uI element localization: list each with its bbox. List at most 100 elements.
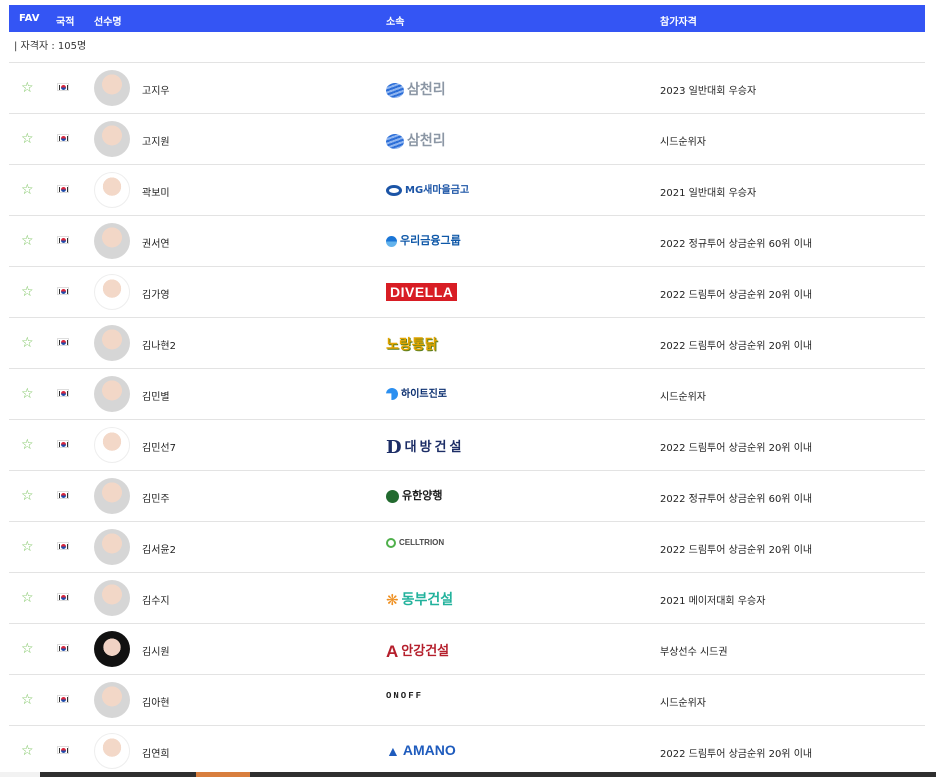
player-name[interactable]: 김시원 <box>142 643 170 658</box>
favorite-star-icon[interactable]: ☆ <box>21 234 35 248</box>
affiliation-label: 우리금융그룹 <box>400 234 461 247</box>
avatar <box>94 325 130 361</box>
player-name[interactable]: 고지원 <box>142 133 170 148</box>
player-name[interactable]: 김가영 <box>142 286 170 301</box>
korea-flag-icon <box>57 491 69 499</box>
table-row: ☆ 김연희 ▲ AMANO 2022 드림투어 상금순위 20위 이내 <box>9 726 925 777</box>
mg-logo-icon <box>386 184 402 196</box>
affiliation-logo: 삼천리 <box>386 130 446 150</box>
table-row: ☆ 고지원 삼천리 시드순위자 <box>9 114 925 165</box>
favorite-star-icon[interactable]: ☆ <box>21 387 35 401</box>
favorite-star-icon[interactable]: ☆ <box>21 183 35 197</box>
korea-flag-icon <box>57 236 69 244</box>
player-name[interactable]: 곽보미 <box>142 184 170 199</box>
player-name[interactable]: 김수지 <box>142 592 170 607</box>
table-row: ☆ 김수지 ❋ 동부건설 2021 메이저대회 우승자 <box>9 573 925 624</box>
affiliation-logo: 하이트진로 <box>386 385 447 400</box>
korea-flag-icon <box>57 695 69 703</box>
avatar <box>94 631 130 667</box>
affiliation-logo: MG새마을금고 <box>386 181 469 196</box>
affiliation-label: MG새마을금고 <box>405 185 470 196</box>
korea-flag-icon <box>57 83 69 91</box>
favorite-star-icon[interactable]: ☆ <box>21 336 35 350</box>
player-name[interactable]: 김민선7 <box>142 439 176 454</box>
korea-flag-icon <box>57 287 69 295</box>
header-player: 선수명 <box>94 17 122 28</box>
avatar <box>94 121 130 157</box>
bottom-scroll-bar[interactable] <box>0 772 936 777</box>
player-name[interactable]: 김연희 <box>142 745 170 760</box>
samchully-logo-icon <box>386 133 404 149</box>
korea-flag-icon <box>57 389 69 397</box>
korea-flag-icon <box>57 746 69 754</box>
qualification: 2021 메이저대회 우승자 <box>660 596 766 607</box>
affiliation-label: 안강건설 <box>401 644 450 659</box>
player-name[interactable]: 권서연 <box>142 235 170 250</box>
affiliation-logo: 노랑통닭 <box>386 337 438 353</box>
favorite-star-icon[interactable]: ☆ <box>21 744 35 758</box>
player-table: FAV 국적 선수명 소속 참가자격 | 자격자 : 105명 ☆ 고지우 삼천… <box>9 5 925 777</box>
favorite-star-icon[interactable]: ☆ <box>21 81 35 95</box>
player-name[interactable]: 김민주 <box>142 490 170 505</box>
hite-logo-icon <box>386 388 398 400</box>
favorite-star-icon[interactable]: ☆ <box>21 642 35 656</box>
table-row: ☆ 김가영 DIVELLA 2022 드림투어 상금순위 20위 이내 <box>9 267 925 318</box>
korea-flag-icon <box>57 644 69 652</box>
player-name[interactable]: 고지우 <box>142 82 170 97</box>
affiliation-logo: D 대방건설 <box>386 436 464 458</box>
table-row: ☆ 권서연 우리금융그룹 2022 정규투어 상금순위 60위 이내 <box>9 216 925 267</box>
player-name[interactable]: 김나현2 <box>142 337 176 352</box>
qualification: 2022 드림투어 상금순위 20위 이내 <box>660 545 813 556</box>
player-name[interactable]: 김서윤2 <box>142 541 176 556</box>
affiliation-label: CELLTRION <box>399 538 445 548</box>
player-name[interactable]: 김아현 <box>142 694 170 709</box>
affiliation-logo: 유한양행 <box>386 487 442 503</box>
affiliation-label: 유한양행 <box>402 489 443 502</box>
avatar <box>94 376 130 412</box>
qualification: 2021 일반대회 우승자 <box>660 188 757 199</box>
avatar <box>94 733 130 769</box>
affiliation-logo: A 안강건설 <box>386 640 449 662</box>
qualification: 부상선수 시드권 <box>660 647 728 658</box>
table-row: ☆ 고지우 삼천리 2023 일반대회 우승자 <box>9 63 925 114</box>
affiliation-logo: ❋ 동부건설 <box>386 589 453 609</box>
avatar <box>94 580 130 616</box>
favorite-star-icon[interactable]: ☆ <box>21 591 35 605</box>
favorite-star-icon[interactable]: ☆ <box>21 285 35 299</box>
qualification: 시드순위자 <box>660 698 706 709</box>
favorite-star-icon[interactable]: ☆ <box>21 693 35 707</box>
avatar <box>94 529 130 565</box>
woori-logo-icon <box>386 235 397 247</box>
qualification: 2022 드림투어 상금순위 20위 이내 <box>660 290 813 301</box>
dongbu-logo-icon: ❋ <box>386 591 399 609</box>
affiliation-label: AMANO <box>402 742 456 758</box>
favorite-star-icon[interactable]: ☆ <box>21 540 35 554</box>
qualification: 2023 일반대회 우승자 <box>660 86 757 97</box>
affiliation-logo: ONOFF <box>386 691 424 701</box>
table-header: FAV 국적 선수명 소속 참가자격 <box>9 5 925 32</box>
avatar <box>94 70 130 106</box>
daebang-logo-icon: D <box>386 437 402 458</box>
table-row: ☆ 김민주 유한양행 2022 정규투어 상금순위 60위 이내 <box>9 471 925 522</box>
korea-flag-icon <box>57 593 69 601</box>
korea-flag-icon <box>57 338 69 346</box>
celltrion-logo-icon <box>386 538 396 548</box>
korea-flag-icon <box>57 542 69 550</box>
qualification: 시드순위자 <box>660 137 706 148</box>
avatar <box>94 223 130 259</box>
table-row: ☆ 곽보미 MG새마을금고 2021 일반대회 우승자 <box>9 165 925 216</box>
favorite-star-icon[interactable]: ☆ <box>21 132 35 146</box>
favorite-star-icon[interactable]: ☆ <box>21 489 35 503</box>
favorite-star-icon[interactable]: ☆ <box>21 438 35 452</box>
avatar <box>94 172 130 208</box>
table-row: ☆ 김아현 ONOFF 시드순위자 <box>9 675 925 726</box>
table-row: ☆ 김민선7 D 대방건설 2022 드림투어 상금순위 20위 이내 <box>9 420 925 471</box>
affiliation-logo: CELLTRION <box>386 538 444 548</box>
player-name[interactable]: 김민별 <box>142 388 170 403</box>
yuhan-logo-icon <box>386 489 399 503</box>
header-nationality: 국적 <box>56 17 75 28</box>
qualification: 2022 정규투어 상금순위 60위 이내 <box>660 494 813 505</box>
amano-logo-icon: ▲ <box>386 743 400 760</box>
korea-flag-icon <box>57 440 69 448</box>
qualified-count: | 자격자 : 105명 <box>9 32 925 63</box>
